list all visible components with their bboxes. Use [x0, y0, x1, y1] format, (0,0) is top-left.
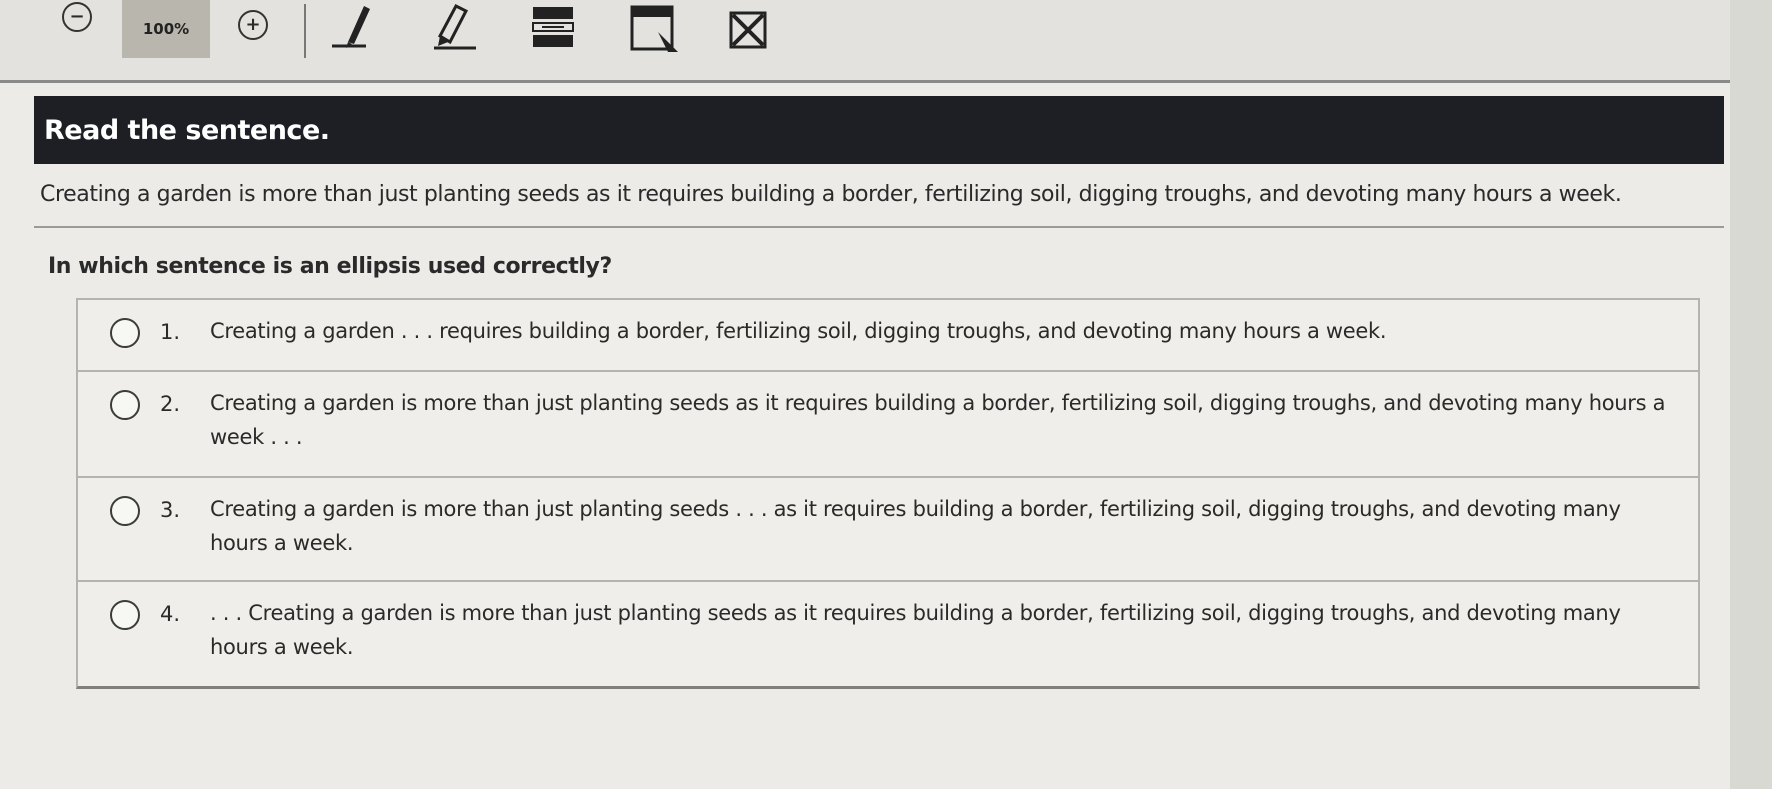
zoom-out-button[interactable]: − [62, 2, 92, 32]
notepad-icon [630, 5, 678, 52]
divider [34, 226, 1724, 228]
choice-text: Creating a garden is more than just plan… [210, 497, 1621, 555]
radio-button-icon[interactable] [110, 600, 140, 630]
test-screen: − 100% + Read the sentence. Creating a g… [0, 0, 1730, 789]
answer-choice-3[interactable]: 3. Creating a garden is more than just p… [78, 478, 1698, 582]
answer-choice-1[interactable]: 1. Creating a garden . . . requires buil… [78, 300, 1698, 372]
radio-button-icon[interactable] [110, 390, 140, 420]
zoom-level: 100% [122, 0, 210, 58]
highlighter-tool-button[interactable] [426, 2, 478, 52]
answer-eliminator-button[interactable] [728, 10, 768, 50]
prompt-bar: Read the sentence. [34, 96, 1724, 164]
choice-number: 3. [160, 498, 181, 522]
question-text: In which sentence is an ellipsis used co… [48, 254, 612, 279]
zoom-in-button[interactable]: + [238, 10, 268, 40]
prompt-text: Read the sentence. [44, 114, 330, 146]
radio-button-icon[interactable] [110, 318, 140, 348]
line-reader-icon [532, 7, 574, 47]
choice-number: 1. [160, 320, 181, 344]
radio-button-icon[interactable] [110, 496, 140, 526]
answer-eliminator-icon [729, 11, 767, 49]
answer-choice-2[interactable]: 2. Creating a garden is more than just p… [78, 372, 1698, 478]
highlighter-icon [434, 4, 476, 50]
toolbar-divider [304, 4, 306, 58]
answer-choices: 1. Creating a garden . . . requires buil… [76, 298, 1700, 689]
choice-number: 4. [160, 602, 181, 626]
plus-circle-icon: + [245, 14, 261, 35]
notepad-button[interactable] [628, 4, 684, 54]
minus-circle-icon: − [69, 6, 85, 27]
choice-text: . . . Creating a garden is more than jus… [210, 601, 1621, 659]
line-reader-button[interactable] [530, 4, 576, 50]
passage-sentence: Creating a garden is more than just plan… [40, 182, 1622, 207]
answer-choice-4[interactable]: 4. . . . Creating a garden is more than … [78, 582, 1698, 686]
choice-number: 2. [160, 392, 181, 416]
choice-text: Creating a garden . . . requires buildin… [210, 319, 1387, 343]
choice-text: Creating a garden is more than just plan… [210, 391, 1666, 449]
toolbar: − 100% + [0, 0, 1730, 83]
pen-tool-button[interactable] [326, 2, 374, 52]
pen-icon [332, 6, 370, 48]
